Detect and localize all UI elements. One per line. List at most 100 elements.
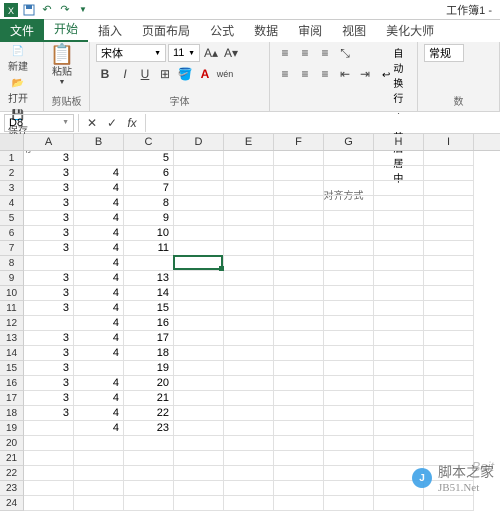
cell[interactable]: 3 bbox=[24, 406, 74, 421]
cell[interactable] bbox=[374, 421, 424, 436]
cell[interactable] bbox=[424, 496, 474, 511]
tab-file[interactable]: 文件 bbox=[0, 19, 44, 42]
paste-button[interactable]: 📋粘贴▼ bbox=[50, 44, 74, 88]
cell[interactable] bbox=[274, 271, 324, 286]
cell[interactable]: 3 bbox=[24, 346, 74, 361]
cell[interactable]: 3 bbox=[24, 286, 74, 301]
cell[interactable] bbox=[274, 391, 324, 406]
cell[interactable] bbox=[324, 376, 374, 391]
cell[interactable] bbox=[274, 436, 324, 451]
row-header[interactable]: 19 bbox=[0, 421, 24, 436]
cell[interactable] bbox=[424, 196, 474, 211]
cell[interactable] bbox=[24, 451, 74, 466]
cell[interactable] bbox=[74, 451, 124, 466]
cell[interactable] bbox=[324, 406, 374, 421]
cell[interactable]: 5 bbox=[124, 151, 174, 166]
cell[interactable] bbox=[174, 166, 224, 181]
cell[interactable] bbox=[324, 211, 374, 226]
cell[interactable] bbox=[274, 331, 324, 346]
cell[interactable] bbox=[174, 421, 224, 436]
cell[interactable] bbox=[174, 406, 224, 421]
cell[interactable] bbox=[374, 181, 424, 196]
cell[interactable] bbox=[174, 316, 224, 331]
cell[interactable] bbox=[274, 241, 324, 256]
cell[interactable] bbox=[224, 271, 274, 286]
cell[interactable] bbox=[274, 451, 324, 466]
cell[interactable] bbox=[274, 166, 324, 181]
cell[interactable]: 10 bbox=[124, 226, 174, 241]
open-button[interactable]: 📂打开 bbox=[6, 76, 30, 107]
cell[interactable] bbox=[424, 211, 474, 226]
cell[interactable]: 3 bbox=[24, 241, 74, 256]
redo-icon[interactable]: ↷ bbox=[58, 3, 72, 17]
cell[interactable]: 4 bbox=[74, 226, 124, 241]
cell[interactable] bbox=[274, 226, 324, 241]
border-icon[interactable]: ⊞ bbox=[156, 65, 174, 83]
cell[interactable] bbox=[424, 286, 474, 301]
row-header[interactable]: 10 bbox=[0, 286, 24, 301]
italic-icon[interactable]: I bbox=[116, 65, 134, 83]
cell[interactable] bbox=[224, 481, 274, 496]
undo-icon[interactable]: ↶ bbox=[40, 3, 54, 17]
cell[interactable] bbox=[174, 196, 224, 211]
cell[interactable]: 3 bbox=[24, 301, 74, 316]
col-header-C[interactable]: C bbox=[124, 134, 174, 150]
cell[interactable] bbox=[324, 301, 374, 316]
cell[interactable] bbox=[324, 436, 374, 451]
cell[interactable] bbox=[224, 196, 274, 211]
cell[interactable] bbox=[224, 496, 274, 511]
cell[interactable] bbox=[424, 391, 474, 406]
row-header[interactable]: 14 bbox=[0, 346, 24, 361]
font-name-select[interactable]: 宋体▼ bbox=[96, 44, 166, 62]
cell[interactable] bbox=[324, 271, 374, 286]
cell[interactable]: 18 bbox=[124, 346, 174, 361]
cell[interactable] bbox=[374, 166, 424, 181]
cell[interactable] bbox=[274, 346, 324, 361]
cell[interactable] bbox=[224, 406, 274, 421]
align-middle-icon[interactable]: ≡ bbox=[296, 44, 314, 62]
cell[interactable] bbox=[174, 286, 224, 301]
cell[interactable] bbox=[374, 331, 424, 346]
cell[interactable] bbox=[174, 436, 224, 451]
cell[interactable] bbox=[274, 496, 324, 511]
cancel-icon[interactable]: ✕ bbox=[83, 114, 101, 132]
phonetic-icon[interactable]: wén bbox=[216, 65, 234, 83]
cell[interactable] bbox=[274, 211, 324, 226]
cell[interactable] bbox=[224, 376, 274, 391]
cell[interactable] bbox=[174, 241, 224, 256]
cell[interactable] bbox=[424, 316, 474, 331]
cell[interactable] bbox=[324, 496, 374, 511]
cell[interactable] bbox=[174, 496, 224, 511]
cell[interactable] bbox=[424, 226, 474, 241]
cell[interactable] bbox=[124, 436, 174, 451]
cell[interactable] bbox=[424, 181, 474, 196]
row-header[interactable]: 6 bbox=[0, 226, 24, 241]
cell[interactable] bbox=[424, 331, 474, 346]
cell[interactable]: 3 bbox=[24, 166, 74, 181]
cell[interactable] bbox=[224, 286, 274, 301]
row-header[interactable]: 22 bbox=[0, 466, 24, 481]
spreadsheet-grid[interactable]: ABCDEFGHI 135234633474348534963410734118… bbox=[0, 134, 500, 511]
cell[interactable] bbox=[324, 391, 374, 406]
col-header-D[interactable]: D bbox=[174, 134, 224, 150]
col-header-F[interactable]: F bbox=[274, 134, 324, 150]
tab-home[interactable]: 开始 bbox=[44, 17, 88, 42]
col-header-I[interactable]: I bbox=[424, 134, 474, 150]
cell[interactable]: 4 bbox=[74, 376, 124, 391]
cell[interactable]: 16 bbox=[124, 316, 174, 331]
cell[interactable] bbox=[324, 481, 374, 496]
cell[interactable] bbox=[224, 226, 274, 241]
cell[interactable] bbox=[224, 166, 274, 181]
col-header-B[interactable]: B bbox=[74, 134, 124, 150]
indent-inc-icon[interactable]: ⇥ bbox=[356, 65, 374, 83]
cell[interactable] bbox=[274, 361, 324, 376]
align-center-icon[interactable]: ≡ bbox=[296, 65, 314, 83]
tab-layout[interactable]: 页面布局 bbox=[132, 19, 200, 42]
cell[interactable] bbox=[324, 151, 374, 166]
cell[interactable] bbox=[374, 286, 424, 301]
tab-data[interactable]: 数据 bbox=[244, 19, 288, 42]
bold-icon[interactable]: B bbox=[96, 65, 114, 83]
cell[interactable] bbox=[274, 151, 324, 166]
select-all-corner[interactable] bbox=[0, 134, 24, 150]
qat-dropdown-icon[interactable]: ▼ bbox=[76, 3, 90, 17]
